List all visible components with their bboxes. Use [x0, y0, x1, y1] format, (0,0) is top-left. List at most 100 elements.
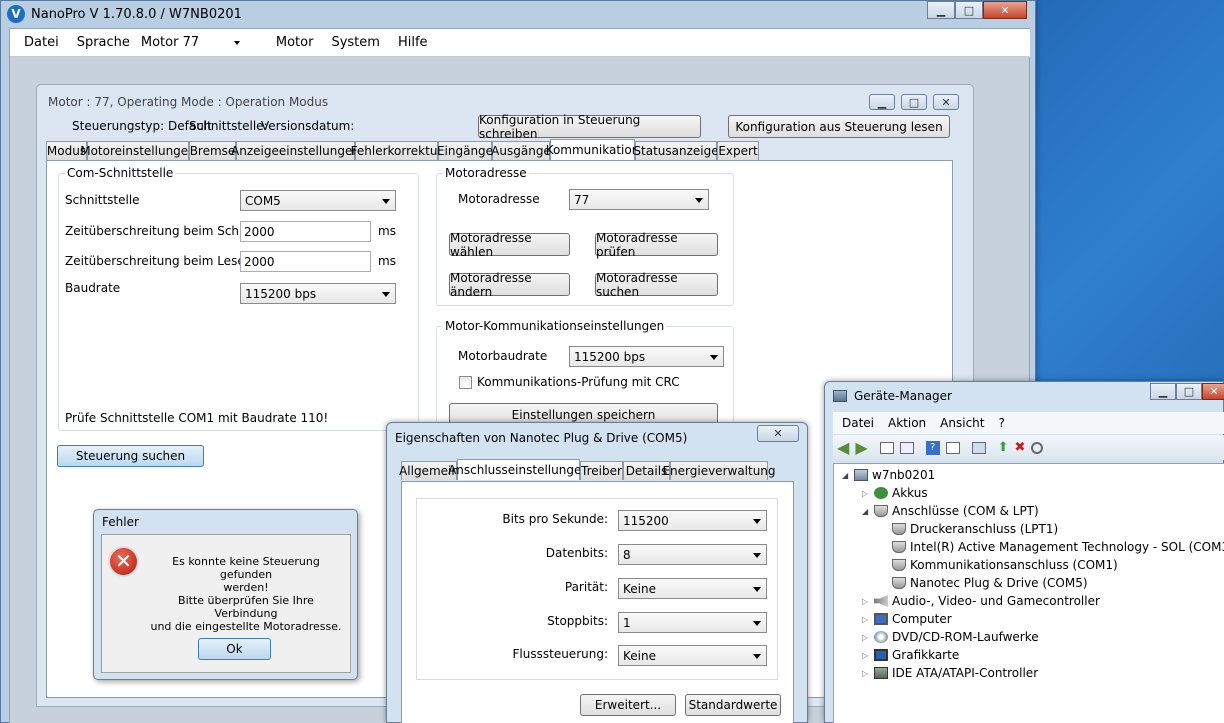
menu-datei[interactable]: Datei	[24, 35, 59, 50]
tree-node-com1[interactable]: Kommunikationsanschluss (COM1)	[842, 556, 1224, 574]
write-config-button[interactable]: Konfiguration in Steuerung schreiben	[478, 113, 701, 141]
motor-select[interactable]: Motor 77	[138, 32, 260, 54]
stoppbits-select[interactable]: 1	[618, 612, 767, 633]
tab-expert[interactable]: Expert	[717, 141, 759, 160]
write-timeout-unit: ms	[378, 224, 396, 238]
expand-arrow-icon: ▷	[862, 488, 869, 498]
tree-label-root: w7nb0201	[872, 468, 936, 482]
uninstall-icon[interactable]: ✖	[1015, 440, 1026, 455]
motor-minimize-button[interactable]: ▁	[869, 94, 895, 110]
flusssteuerung-label: Flusssteuerung:	[512, 647, 608, 661]
write-timeout-input[interactable]: 2000	[240, 221, 371, 242]
dm-minimize-button[interactable]: ▁	[1150, 383, 1176, 400]
motoradresse-suchen-button[interactable]: Motoradresse suchen	[595, 271, 718, 299]
dm-toolbar: ◀ ▶ ? ⬆ ✖	[833, 435, 1224, 460]
paritaet-select[interactable]: Keine	[618, 578, 767, 599]
baudrate-value: 115200 bps	[245, 286, 317, 301]
tab-eingaenge[interactable]: Eingänge	[437, 141, 493, 160]
expand-arrow-icon: ▷	[862, 650, 869, 660]
baudrate-select[interactable]: 115200 bps	[240, 283, 396, 304]
tab-anzeigeeinstellungen[interactable]: Anzeigeeinstellungen	[231, 141, 360, 160]
datenbits-select[interactable]: 8	[618, 544, 767, 565]
tree-node-dvd[interactable]: ▷ DVD/CD-ROM-Laufwerke	[842, 628, 1224, 646]
dm-menu-datei[interactable]: Datei	[842, 416, 874, 430]
paritaet-value: Keine	[623, 581, 656, 596]
tree-node-anschluesse[interactable]: ◢ Anschlüsse (COM & LPT)	[842, 502, 1224, 520]
error-ok-button[interactable]: Ok	[198, 638, 271, 660]
port-icon	[892, 541, 906, 553]
disable-icon[interactable]	[1031, 441, 1044, 454]
properties-page: Bits pro Sekunde: 115200 Datenbits: 8 Pa…	[401, 481, 794, 723]
read-timeout-input[interactable]: 2000	[240, 251, 371, 272]
tab-kommunikation[interactable]: Kommunikation	[546, 139, 639, 160]
dm-tree-pane: ◢ w7nb0201 ▷ Akkus ◢ Anschlüsse (COM & LPT)…	[833, 463, 1224, 723]
maximize-button[interactable]: □	[955, 1, 983, 19]
motoradresse-select[interactable]: 77	[569, 189, 709, 210]
motoradresse-pruefen-button[interactable]: Motoradresse prüfen	[595, 231, 718, 259]
motorkomm-group-label: Motor-Kommunikationseinstellungen	[443, 319, 667, 333]
chevron-down-icon	[753, 586, 761, 592]
motoradresse-aendern-button[interactable]: Motoradresse ändern	[449, 271, 570, 299]
tree-node-root[interactable]: ◢ w7nb0201	[842, 466, 1224, 484]
tree-node-lpt1[interactable]: Druckeranschluss (LPT1)	[842, 520, 1224, 538]
motor-maximize-button[interactable]: □	[901, 94, 927, 110]
erweitert-button[interactable]: Erweitert...	[580, 694, 676, 716]
view-icon[interactable]	[945, 441, 960, 454]
read-timeout-unit: ms	[378, 254, 396, 268]
flusssteuerung-select[interactable]: Keine	[618, 645, 767, 666]
dm-menu-help[interactable]: ?	[998, 416, 1004, 430]
flusssteuerung-value: Keine	[623, 648, 656, 663]
show-hide-tree-icon[interactable]	[879, 441, 894, 454]
standardwerte-button[interactable]: Standardwerte	[685, 694, 781, 716]
menu-system[interactable]: System	[331, 35, 379, 50]
properties-icon[interactable]	[899, 441, 914, 454]
chevron-down-icon	[753, 620, 761, 626]
motorbaudrate-select[interactable]: 115200 bps	[569, 346, 724, 367]
schnittstelle-select[interactable]: COM5	[240, 190, 396, 211]
display-adapter-icon	[874, 649, 888, 661]
port-icon	[892, 577, 906, 589]
properties-close-button[interactable]: ✕	[757, 425, 799, 442]
motorbaudrate-value: 115200 bps	[574, 349, 646, 364]
tab-fehlerkorrektur[interactable]: Fehlerkorrektur	[351, 141, 442, 160]
nanopro-logo-icon: V	[7, 5, 25, 23]
help-icon[interactable]: ?	[925, 440, 940, 455]
paritaet-label: Parität:	[564, 580, 608, 594]
update-driver-icon[interactable]: ⬆	[998, 440, 1009, 455]
menu-motor[interactable]: Motor	[276, 35, 314, 50]
tree-node-com3[interactable]: Intel(R) Active Management Technology - …	[842, 538, 1224, 556]
tree-label-akkus: Akkus	[892, 486, 928, 500]
dm-maximize-button[interactable]: □	[1176, 383, 1202, 400]
motoradresse-waehlen-button[interactable]: Motoradresse wählen	[449, 231, 570, 259]
tab-bremse[interactable]: Bremse	[189, 141, 236, 160]
tab-anschlusseinstellungen[interactable]: Anschlusseinstellungen	[448, 459, 589, 480]
close-button[interactable]: ✕	[983, 1, 1027, 19]
tree-node-computer[interactable]: ▷ Computer	[842, 610, 1224, 628]
crc-checkbox[interactable]	[459, 376, 472, 389]
tree-node-akkus[interactable]: ▷ Akkus	[842, 484, 1224, 502]
forward-icon[interactable]: ▶	[855, 438, 867, 457]
chevron-down-icon	[382, 198, 390, 204]
tab-statusanzeige[interactable]: Statusanzeige	[633, 141, 719, 160]
motor-close-button[interactable]: ✕	[933, 94, 959, 110]
dm-menu-aktion[interactable]: Aktion	[888, 416, 926, 430]
tree-node-grafik[interactable]: ▷ Grafikkarte	[842, 646, 1224, 664]
menu-hilfe[interactable]: Hilfe	[398, 35, 428, 50]
dm-menu-ansicht[interactable]: Ansicht	[940, 416, 984, 430]
tab-treiber[interactable]: Treiber	[580, 461, 623, 480]
steuerung-suchen-button[interactable]: Steuerung suchen	[57, 445, 204, 467]
bits-select[interactable]: 115200	[618, 510, 767, 531]
read-config-button[interactable]: Konfiguration aus Steuerung lesen	[728, 115, 950, 138]
tab-motoreinstellungen[interactable]: Motoreinstellungen	[80, 141, 196, 160]
expand-arrow-icon: ▷	[862, 614, 869, 624]
tree-node-ide[interactable]: ▷ IDE ATA/ATAPI-Controller	[842, 664, 1224, 682]
tree-node-com5[interactable]: Nanotec Plug & Drive (COM5)	[842, 574, 1224, 592]
dm-close-button[interactable]: ✕	[1202, 383, 1224, 400]
tree-node-audio[interactable]: ▷ Audio-, Video- und Gamecontroller	[842, 592, 1224, 610]
scan-hardware-icon[interactable]	[971, 441, 986, 454]
menu-sprache[interactable]: Sprache	[77, 35, 130, 50]
tab-energieverwaltung[interactable]: Energieverwaltung	[662, 461, 776, 480]
tab-ausgaenge[interactable]: Ausgänge	[491, 141, 551, 160]
back-icon[interactable]: ◀	[837, 438, 849, 457]
minimize-button[interactable]: ▁	[927, 1, 955, 19]
